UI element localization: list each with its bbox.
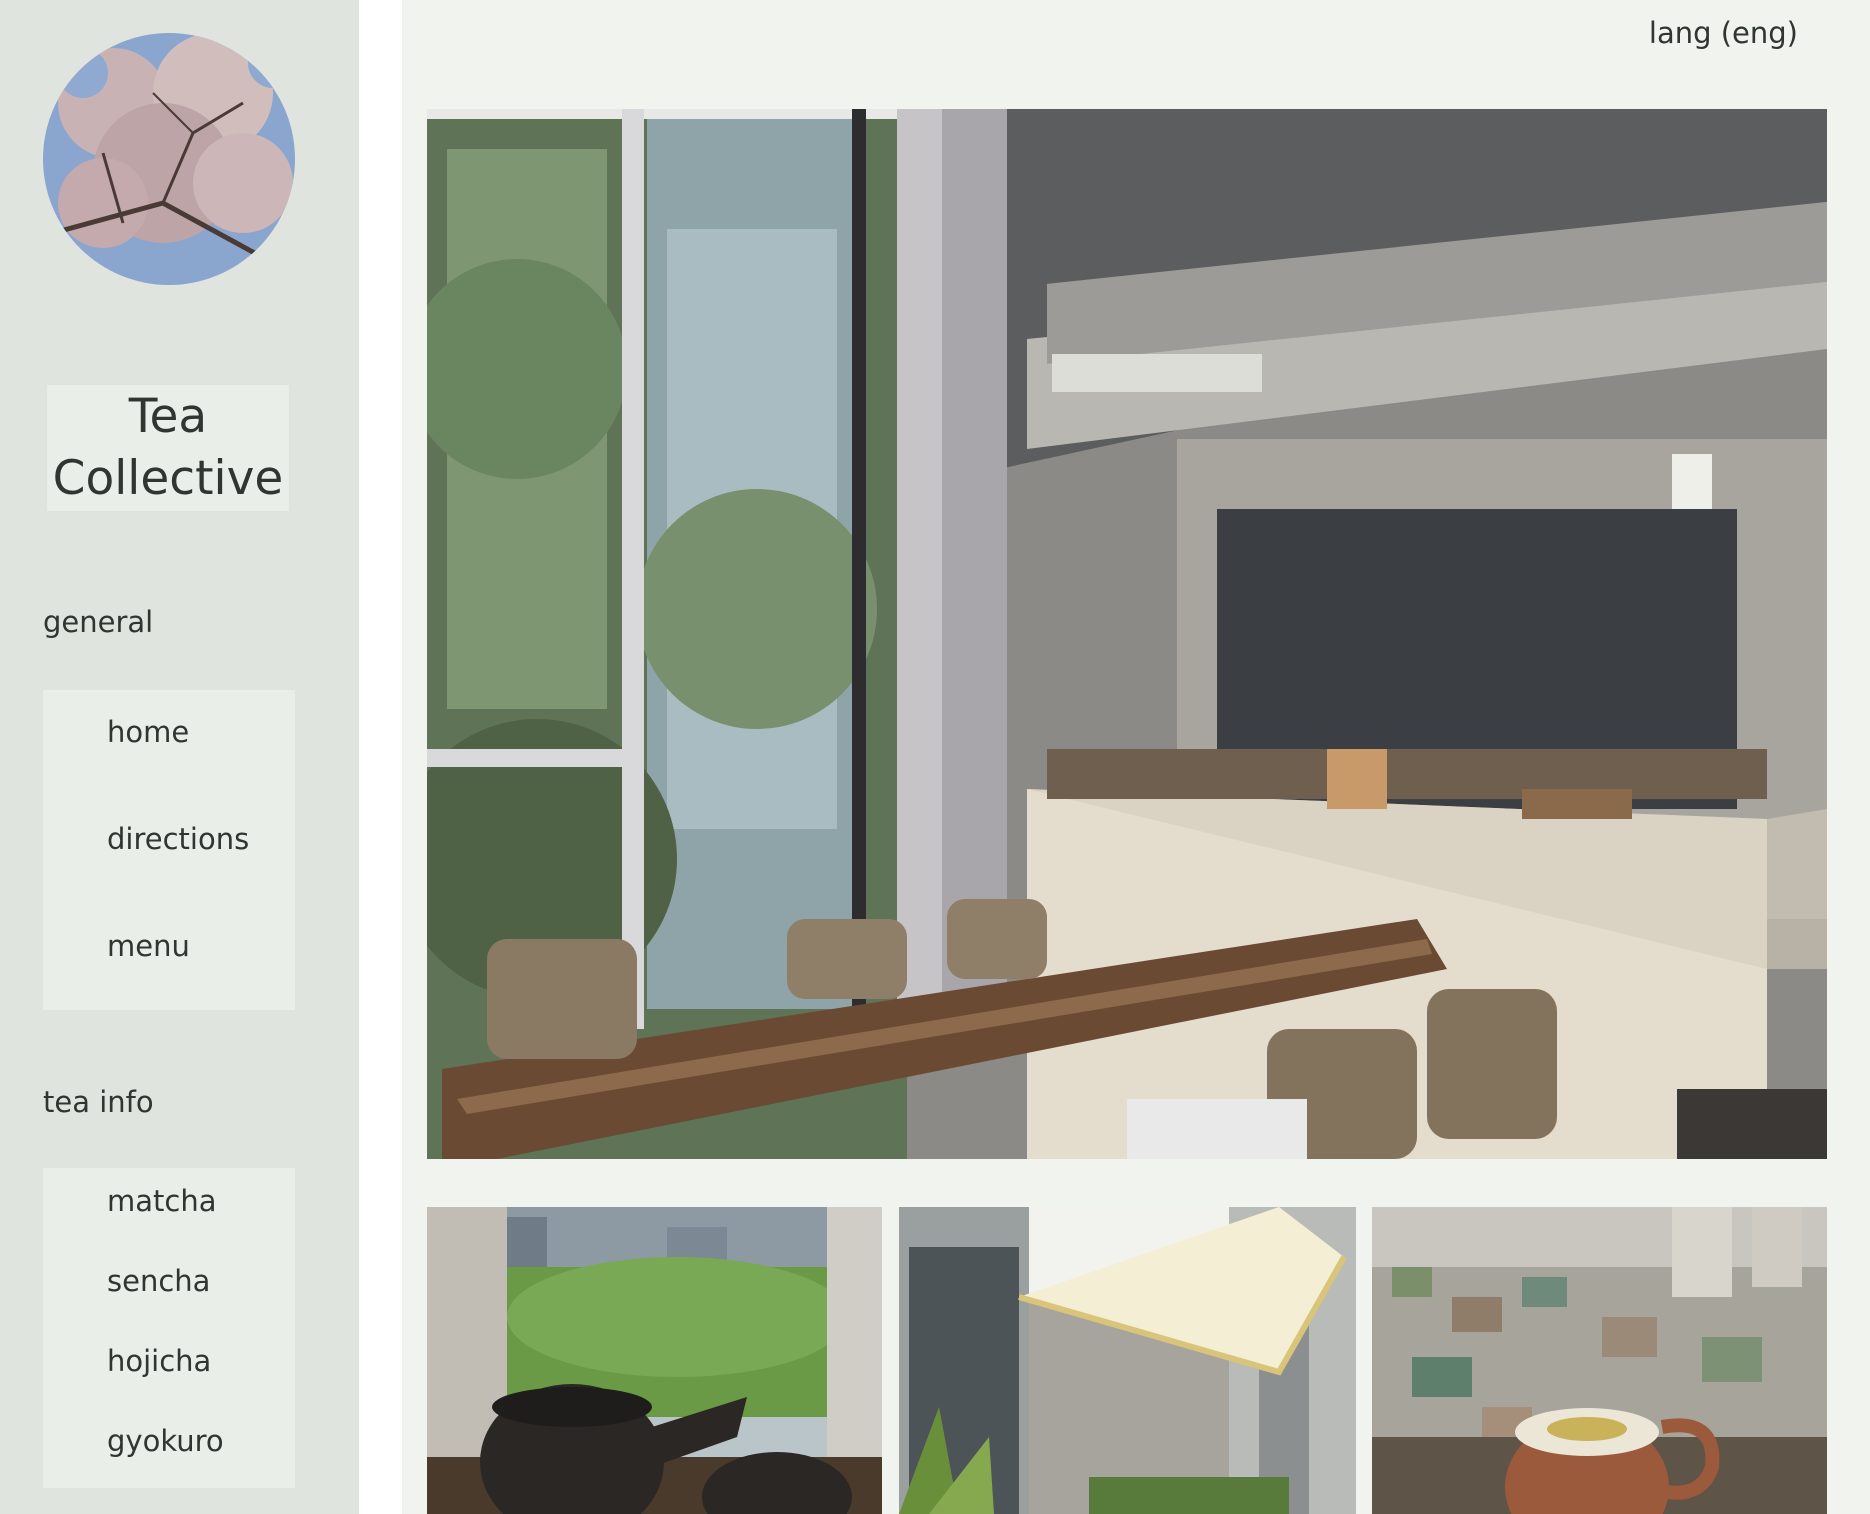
main-content: lang (eng): [402, 0, 1870, 1514]
brand-name-line1: Tea: [128, 389, 208, 444]
section-title-tea-info: tea info: [43, 1085, 154, 1119]
avatar: [43, 33, 295, 285]
language-selector[interactable]: lang (eng): [1649, 16, 1798, 50]
nav-tea-info: matcha sencha hojicha gyokuro: [43, 1168, 295, 1488]
thumbnail-teapot-photo: [427, 1207, 882, 1514]
brand-logo[interactable]: Tea Collective: [47, 385, 289, 511]
nav-item-hojicha[interactable]: hojicha: [107, 1344, 211, 1378]
nav-item-gyokuro[interactable]: gyokuro: [107, 1424, 224, 1458]
cherry-blossom-image: [43, 33, 295, 285]
nav-item-sencha[interactable]: sencha: [107, 1264, 210, 1298]
nav-item-matcha[interactable]: matcha: [107, 1184, 217, 1218]
thumbnail-terrace-photo: [899, 1207, 1356, 1514]
nav-general: home directions menu: [43, 690, 295, 1010]
nav-item-directions[interactable]: directions: [107, 822, 249, 856]
sidebar: Tea Collective general home directions m…: [0, 0, 359, 1514]
section-title-general: general: [43, 605, 154, 639]
nav-item-home[interactable]: home: [107, 715, 189, 749]
brand-name-line2: Collective: [52, 451, 284, 506]
thumbnail-city-latte-photo: [1372, 1207, 1827, 1514]
nav-item-menu[interactable]: menu: [107, 929, 190, 963]
hero-cafe-photo: [427, 109, 1827, 1159]
